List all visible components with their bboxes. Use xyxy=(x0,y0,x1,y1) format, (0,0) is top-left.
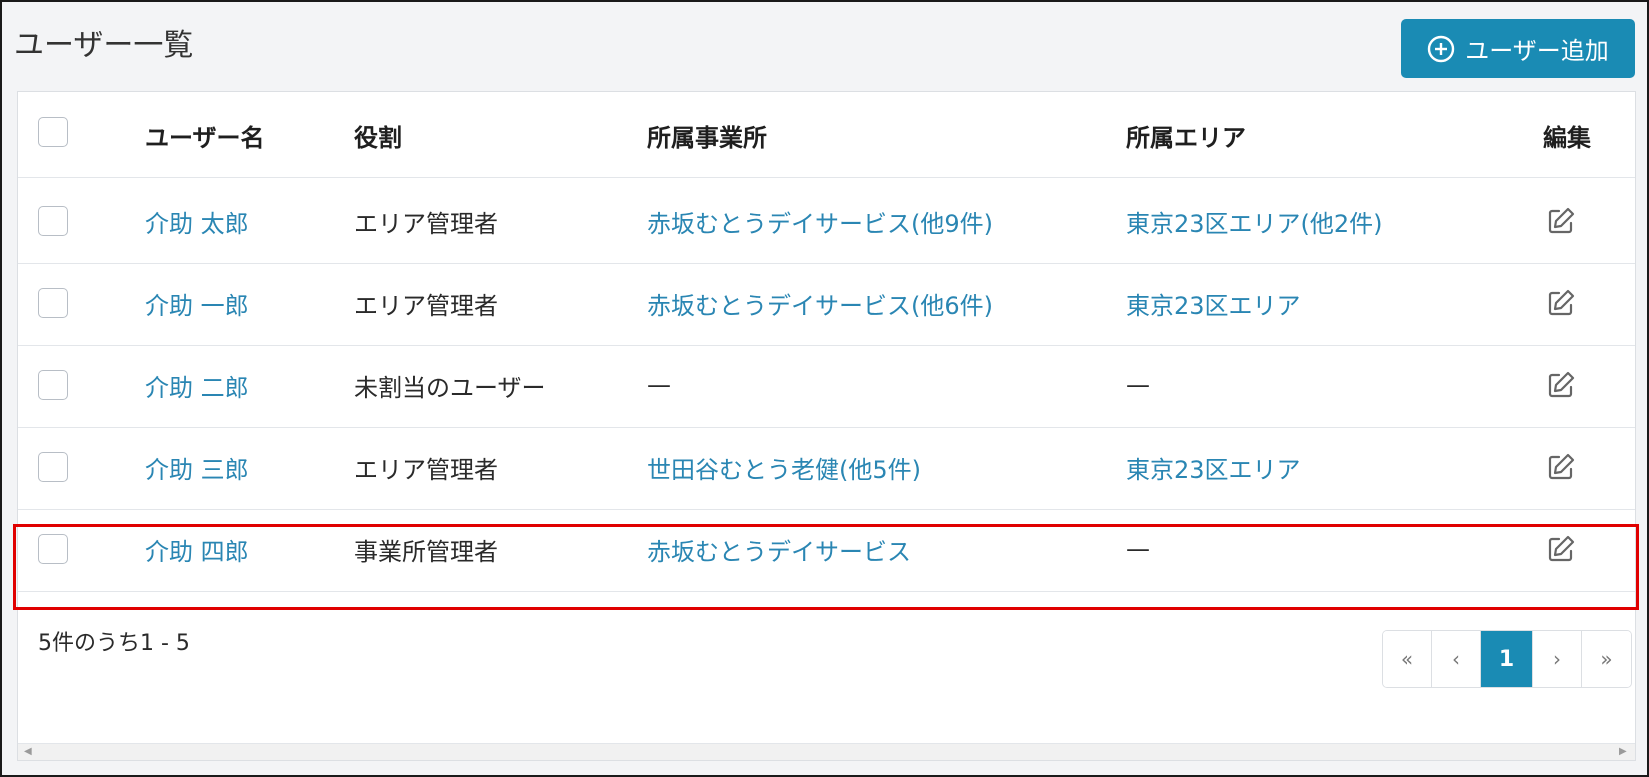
select-all-checkbox[interactable] xyxy=(38,117,68,147)
user-name-link[interactable]: 介助 四郎 xyxy=(145,506,249,592)
row-checkbox[interactable] xyxy=(38,288,68,318)
table-row: 介助 三郎 エリア管理者 世田谷むとう老健(他5件) 東京23区エリア xyxy=(18,424,1635,510)
area-empty: — xyxy=(1126,371,1150,399)
add-user-button[interactable]: ユーザー追加 xyxy=(1401,19,1635,78)
edit-icon[interactable] xyxy=(1545,205,1577,237)
last-page-button[interactable]: » xyxy=(1582,631,1631,687)
area-empty: — xyxy=(1126,535,1150,563)
table-row: 介助 一郎 エリア管理者 赤坂むとうデイサービス(他6件) 東京23区エリア xyxy=(18,260,1635,346)
horizontal-scrollbar[interactable]: ◀ ▶ xyxy=(18,743,1635,760)
row-checkbox[interactable] xyxy=(38,370,68,400)
area-link[interactable]: 東京23区エリア xyxy=(1126,260,1301,346)
user-table-card: ユーザー名 役割 所属事業所 所属エリア 編集 介助 太郎 エリア管理者 赤坂む… xyxy=(17,91,1636,761)
header-user-name[interactable]: ユーザー名 xyxy=(145,92,265,178)
table-row: 介助 太郎 エリア管理者 赤坂むとうデイサービス(他9件) 東京23区エリア(他… xyxy=(18,178,1635,264)
user-role: 未割当のユーザー xyxy=(354,373,546,402)
office-link[interactable]: 赤坂むとうデイサービス xyxy=(647,506,911,592)
next-page-button[interactable]: › xyxy=(1533,631,1582,687)
area-link[interactable]: 東京23区エリア xyxy=(1126,424,1301,510)
add-user-label: ユーザー追加 xyxy=(1465,37,1609,65)
user-name-link[interactable]: 介助 二郎 xyxy=(145,342,249,428)
scroll-left-icon[interactable]: ◀ xyxy=(24,747,34,757)
user-name-link[interactable]: 介助 三郎 xyxy=(145,424,249,510)
row-checkbox[interactable] xyxy=(38,534,68,564)
user-role: エリア管理者 xyxy=(354,455,498,484)
area-link[interactable]: 東京23区エリア(他2件) xyxy=(1126,178,1383,264)
table-row: 介助 二郎 未割当のユーザー — — xyxy=(18,342,1635,428)
table-header-row: ユーザー名 役割 所属事業所 所属エリア 編集 xyxy=(18,92,1635,178)
header-role[interactable]: 役割 xyxy=(354,92,402,178)
pagination: « ‹ 1 › » xyxy=(1382,630,1632,688)
table-row: 介助 四郎 事業所管理者 赤坂むとうデイサービス — xyxy=(18,506,1635,592)
user-role: エリア管理者 xyxy=(354,291,498,320)
plus-circle-icon xyxy=(1428,35,1455,62)
header-area[interactable]: 所属エリア xyxy=(1126,92,1246,178)
prev-page-button[interactable]: ‹ xyxy=(1432,631,1481,687)
edit-icon[interactable] xyxy=(1545,369,1577,401)
page-title: ユーザー一覧 xyxy=(14,28,194,63)
user-name-link[interactable]: 介助 一郎 xyxy=(145,260,249,346)
page-1-button[interactable]: 1 xyxy=(1481,631,1533,687)
office-link[interactable]: 赤坂むとうデイサービス(他6件) xyxy=(647,260,993,346)
office-link[interactable]: 赤坂むとうデイサービス(他9件) xyxy=(647,178,993,264)
result-count: 5件のうち1 - 5 xyxy=(38,631,190,656)
header-edit: 編集 xyxy=(1543,123,1591,152)
user-role: 事業所管理者 xyxy=(354,537,498,566)
edit-icon[interactable] xyxy=(1545,287,1577,319)
user-name-link[interactable]: 介助 太郎 xyxy=(145,178,249,264)
user-role: エリア管理者 xyxy=(354,209,498,238)
scroll-right-icon[interactable]: ▶ xyxy=(1619,747,1629,757)
row-checkbox[interactable] xyxy=(38,206,68,236)
page-frame: ユーザー一覧 ユーザー追加 ユーザー名 役割 所属事業所 所属エリア 編集 介助… xyxy=(0,0,1649,777)
office-empty: — xyxy=(647,371,671,399)
edit-icon[interactable] xyxy=(1545,451,1577,483)
edit-icon[interactable] xyxy=(1545,533,1577,565)
office-link[interactable]: 世田谷むとう老健(他5件) xyxy=(647,424,921,510)
row-checkbox[interactable] xyxy=(38,452,68,482)
header-office[interactable]: 所属事業所 xyxy=(647,92,767,178)
first-page-button[interactable]: « xyxy=(1383,631,1432,687)
